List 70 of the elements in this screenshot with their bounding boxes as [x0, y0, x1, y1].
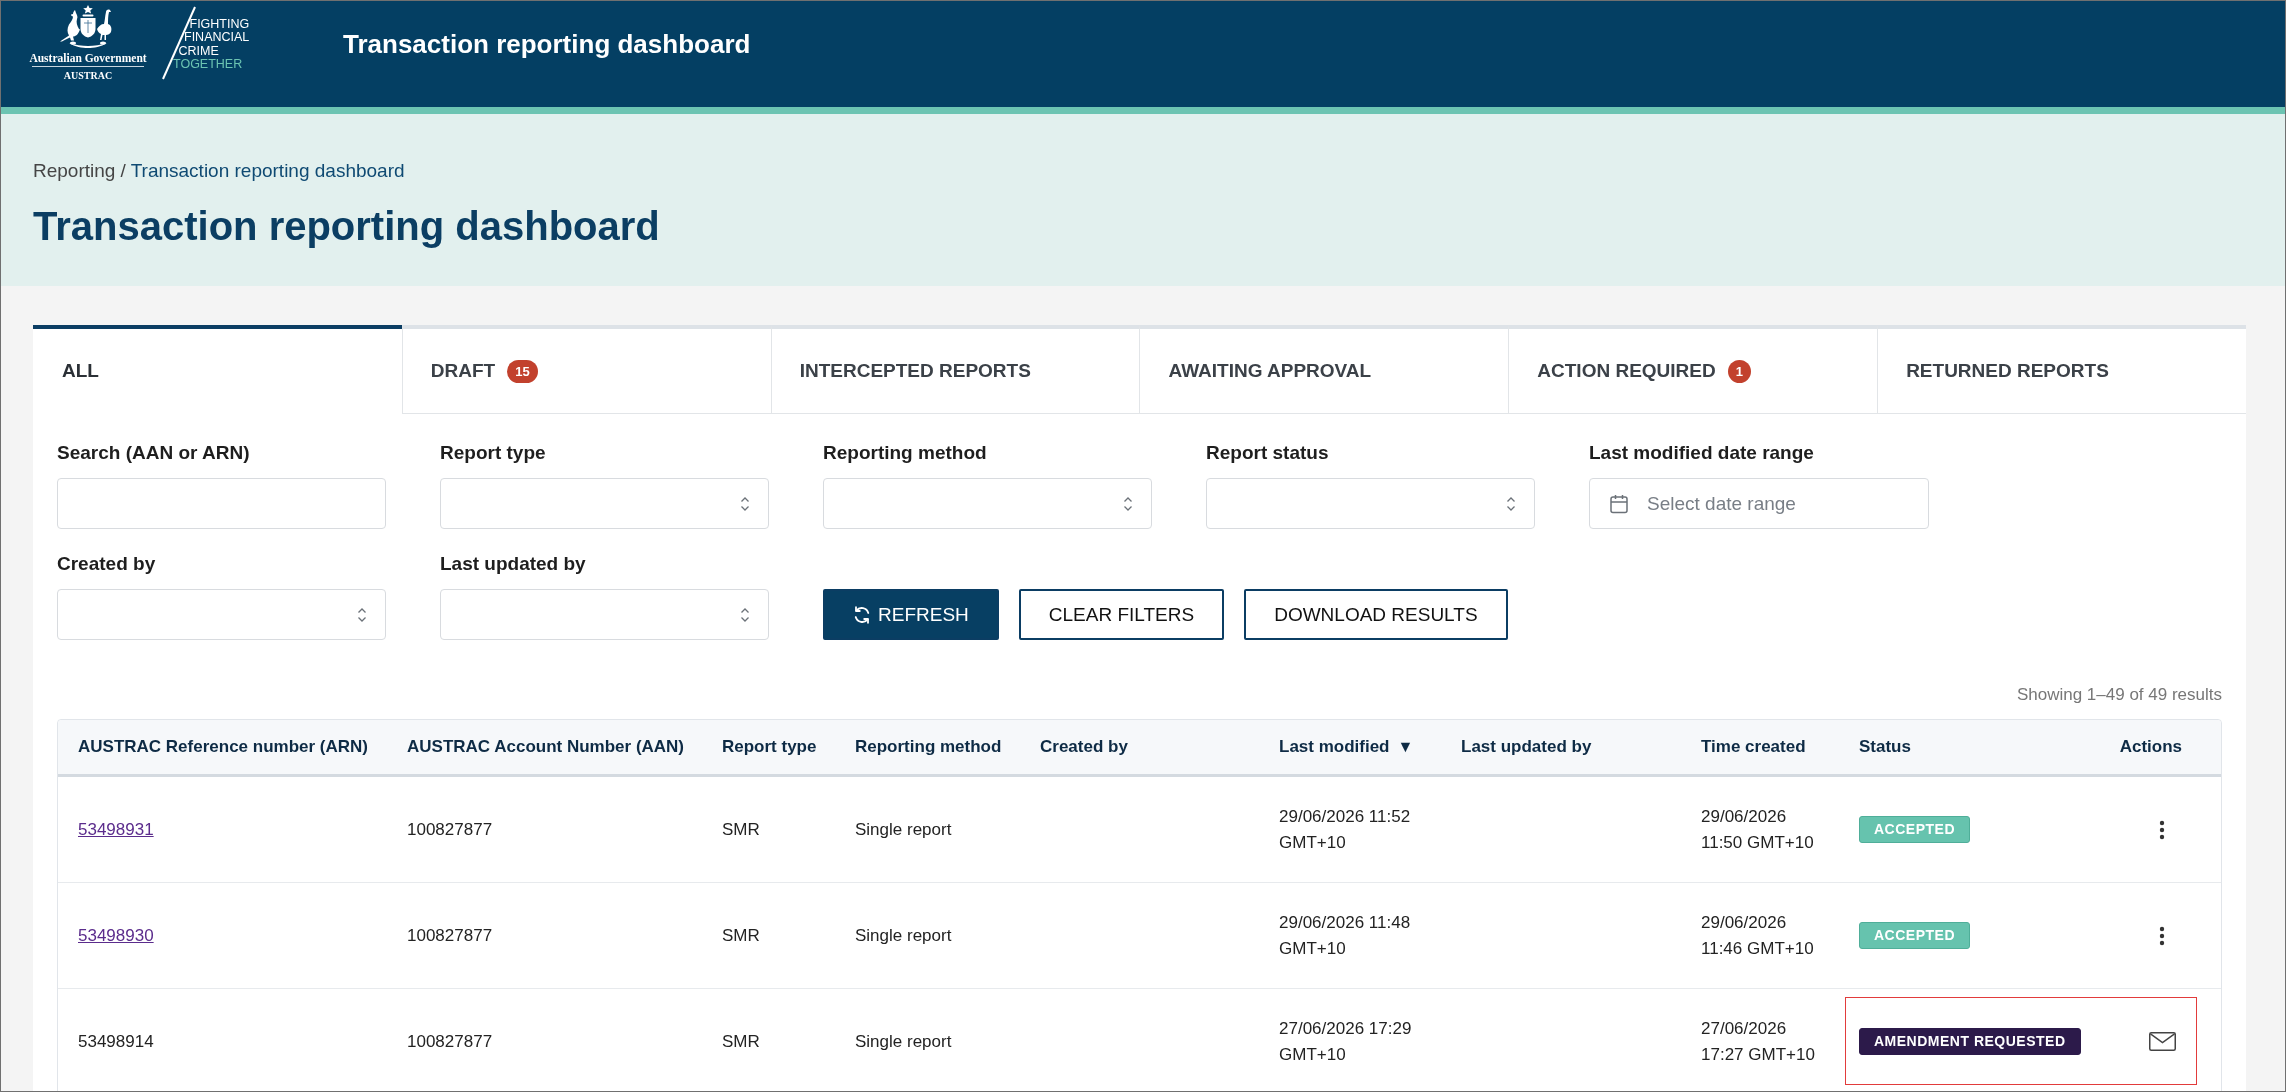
- filter-label: Report type: [440, 442, 546, 464]
- tab[interactable]: DRAFT 15: [401, 325, 771, 414]
- modified-date: 29/06/2026 11:52 GMT+10: [1279, 806, 1411, 852]
- modified-date: 29/06/2026 11:48 GMT+10: [1279, 912, 1411, 958]
- column-header: Actions: [2119, 737, 2182, 757]
- search-field[interactable]: [57, 478, 386, 529]
- column-header: Created by: [1040, 737, 1128, 757]
- tab[interactable]: AWAITING APPROVAL: [1139, 325, 1509, 414]
- logo-agency-name: AUSTRAC: [63, 70, 113, 82]
- breadcrumb-link[interactable]: Reporting: [33, 160, 116, 182]
- results-count: Showing 1–49 of 49 results: [2016, 685, 2222, 704]
- dropdown-field[interactable]: [440, 589, 769, 640]
- report-type: SMR: [722, 819, 760, 839]
- tab[interactable]: ACTION REQUIRED 1: [1508, 325, 1878, 414]
- calendar-icon: [1610, 493, 1628, 514]
- dropdown-field[interactable]: [440, 478, 769, 529]
- reporting-method: Single report: [855, 1031, 952, 1051]
- arn-link[interactable]: 53498930: [78, 925, 154, 945]
- page-title: Transaction reporting dashboard: [33, 203, 660, 250]
- reporting-method: Single report: [855, 925, 952, 945]
- column-header: Last updated by: [1461, 737, 1592, 757]
- date-range-field[interactable]: Select date range: [1589, 478, 1929, 529]
- count-badge: 1: [1727, 359, 1751, 383]
- arn-link[interactable]: 53498931: [78, 819, 154, 839]
- refresh-icon: [853, 605, 871, 624]
- report-type: SMR: [722, 1031, 760, 1051]
- created-date: 29/06/2026 11:50 GMT+10: [1701, 806, 1814, 852]
- dropdown-field[interactable]: [57, 589, 386, 640]
- logo-government-name: Australian Government: [29, 52, 147, 65]
- breadcrumb-separator: /: [120, 160, 126, 182]
- tab[interactable]: INTERCEPTED REPORTS: [770, 325, 1140, 414]
- column-header: AUSTRAC Account Number (AAN): [407, 737, 685, 757]
- column-header: AUSTRAC Reference number (ARN): [78, 737, 368, 757]
- reference-number: 53498914: [78, 1031, 154, 1051]
- more-options-icon[interactable]: [2159, 819, 2165, 840]
- account-number: 100827877: [407, 819, 493, 839]
- column-header: Reporting method: [855, 737, 1002, 757]
- current-page-crumb: Transaction reporting dashboard: [130, 160, 405, 182]
- more-options-icon[interactable]: [2159, 925, 2165, 946]
- dropdown-field[interactable]: [1206, 478, 1535, 529]
- column-header: Time created: [1701, 737, 1806, 757]
- report-type: SMR: [722, 925, 760, 945]
- filter-label: Report status: [1206, 442, 1329, 464]
- column-header: Report type: [722, 737, 817, 757]
- status-badge: ACCEPTED: [1859, 922, 1970, 949]
- dropdown-field[interactable]: [823, 478, 1152, 529]
- count-badge: 15: [507, 359, 538, 383]
- envelope-icon[interactable]: [2148, 1032, 2176, 1051]
- app-title: Transaction reporting dashboard: [343, 29, 751, 59]
- column-header: Last modified: [1279, 737, 1390, 757]
- filter-label: Search (AAN or ARN): [57, 442, 250, 464]
- modified-date: 27/06/2026 17:29 GMT+10: [1279, 1018, 1412, 1064]
- status-badge: AMENDMENT REQUESTED: [1859, 1028, 2081, 1055]
- column-header: Status: [1859, 737, 1911, 757]
- filter-label: Created by: [57, 553, 156, 575]
- reporting-method: Single report: [855, 819, 952, 839]
- filter-label: Reporting method: [823, 442, 987, 464]
- secondary-button[interactable]: CLEAR FILTERS: [1018, 589, 1225, 640]
- sort-descending-icon: ▼: [1397, 737, 1414, 757]
- refresh-button[interactable]: REFRESH: [823, 589, 999, 640]
- tab[interactable]: RETURNED REPORTS: [1877, 325, 2246, 414]
- filter-label: Last updated by: [440, 553, 586, 575]
- status-badge: ACCEPTED: [1859, 816, 1970, 843]
- secondary-button[interactable]: DOWNLOAD RESULTS: [1244, 589, 1508, 640]
- created-date: 29/06/2026 11:46 GMT+10: [1701, 912, 1814, 958]
- created-date: 27/06/2026 17:27 GMT+10: [1701, 1018, 1815, 1064]
- account-number: 100827877: [407, 1031, 493, 1051]
- account-number: 100827877: [407, 925, 493, 945]
- logo-tagline: FIGHTING FINANCIAL CRIME TOGETHER: [173, 18, 250, 72]
- filter-label: Last modified date range: [1589, 442, 1814, 464]
